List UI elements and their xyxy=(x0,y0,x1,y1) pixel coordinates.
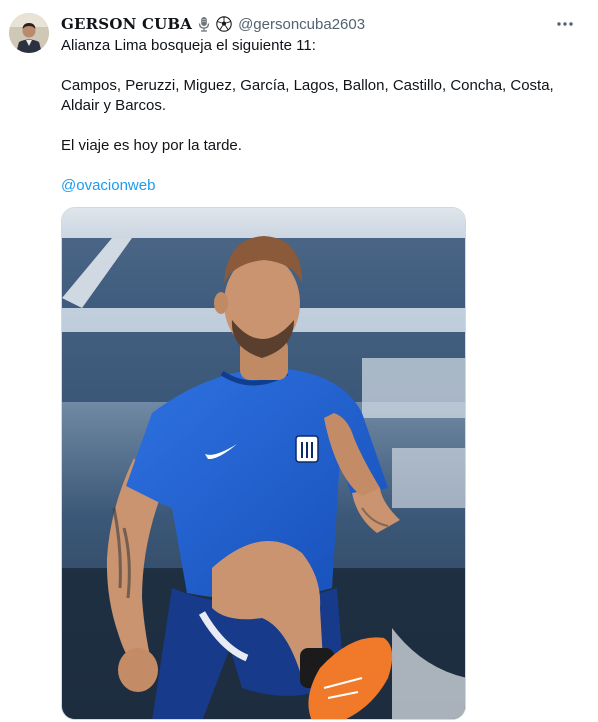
tweet-text-line-2: Campos, Peruzzi, Miguez, García, Lagos, … xyxy=(61,77,554,94)
tweet-photo[interactable] xyxy=(61,207,466,720)
soccer-ball-icon xyxy=(216,16,232,32)
tweet-text-line-1: Alianza Lima bosqueja el siguiente 11: xyxy=(61,37,316,54)
tweet-text-line-4: El viaje es hoy por la tarde. xyxy=(61,137,242,154)
more-options-button[interactable] xyxy=(550,12,580,36)
mention-link[interactable]: @ovacionweb xyxy=(61,176,155,196)
author-name[interactable]: GERSON CUBA xyxy=(61,15,192,33)
tweet-card[interactable]: GERSON CUBA @gersoncuba2603 Alianza Lima… xyxy=(0,0,598,722)
author-handle[interactable]: @gersoncuba2603 xyxy=(238,16,365,33)
tweet-text-line-3: Aldair y Barcos. xyxy=(61,97,167,114)
footballer-photo xyxy=(62,208,465,719)
avatar[interactable] xyxy=(9,13,49,53)
tweet-header: GERSON CUBA @gersoncuba2603 xyxy=(61,13,365,35)
more-horizontal-icon xyxy=(557,22,573,26)
microphone-icon xyxy=(196,16,212,32)
